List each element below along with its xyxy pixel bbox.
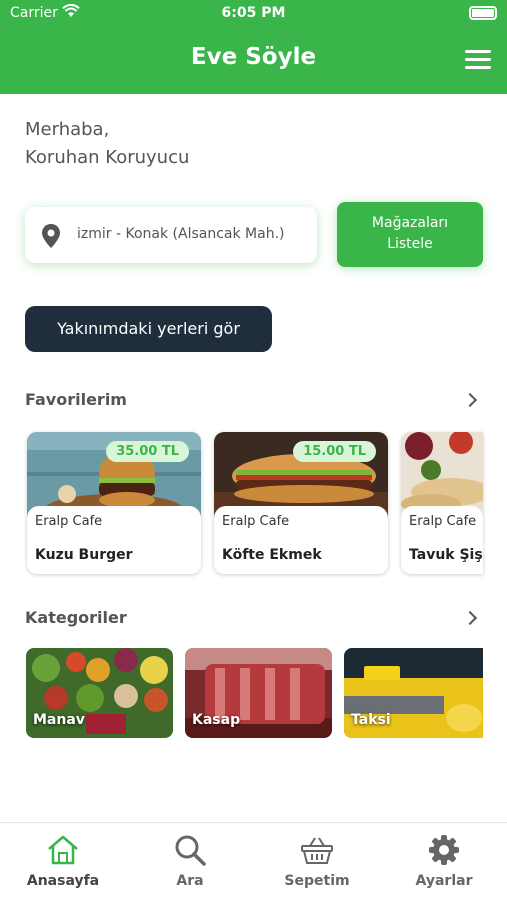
- product-name: Kuzu Burger: [35, 547, 133, 563]
- location-text: izmir - Konak (Alsancak Mah.): [77, 226, 285, 242]
- categories-chevron-right-icon[interactable]: [462, 610, 478, 626]
- product-name: Köfte Ekmek: [222, 547, 322, 563]
- tab-ara[interactable]: Ara: [127, 823, 253, 900]
- greeting-line: Merhaba,: [25, 119, 110, 140]
- home-icon: [48, 835, 78, 865]
- app-title: Eve Söyle: [190, 44, 317, 70]
- location-pin-icon: [42, 224, 60, 248]
- tab-label: Ara: [176, 873, 204, 889]
- tab-anasayfa[interactable]: Anasayfa: [0, 823, 126, 900]
- category-label: Manav: [33, 712, 85, 728]
- search-icon: [175, 835, 206, 866]
- favorites-title: Favorilerim: [25, 390, 127, 409]
- user-name: Koruhan Koruyucu: [25, 147, 190, 168]
- tab-bar: Anasayfa Ara Sepetim Ayarlar: [0, 822, 507, 900]
- category-card-manav[interactable]: Manav: [26, 648, 173, 738]
- gear-icon: [429, 835, 459, 865]
- favorite-card[interactable]: Eralp Cafe Tavuk Şiş D: [401, 432, 483, 574]
- clock: 6:05 PM: [221, 5, 286, 21]
- location-field[interactable]: izmir - Konak (Alsancak Mah.): [25, 207, 317, 263]
- tab-ayarlar[interactable]: Ayarlar: [381, 823, 507, 900]
- list-stores-label: Mağazaları: [371, 215, 449, 231]
- greeting: Merhaba, Koruhan Koruyucu: [25, 116, 189, 172]
- status-bar: Carrier 6:05 PM: [0, 0, 507, 26]
- category-label: Kasap: [192, 712, 241, 728]
- category-label: Taksi: [351, 712, 391, 728]
- favorite-card[interactable]: 35.00 TL Eralp Cafe Kuzu Burger: [27, 432, 201, 574]
- categories-title: Kategoriler: [25, 608, 127, 627]
- shop-name: Eralp Cafe: [222, 514, 290, 529]
- tab-sepetim[interactable]: Sepetim: [254, 823, 380, 900]
- shop-name: Eralp Cafe: [409, 514, 477, 529]
- category-card-kasap[interactable]: Kasap: [185, 648, 332, 738]
- app-header: Eve Söyle: [0, 26, 507, 94]
- favorite-card[interactable]: 15.00 TL Eralp Cafe Köfte Ekmek: [214, 432, 388, 574]
- shop-name: Eralp Cafe: [35, 514, 103, 529]
- favorites-chevron-right-icon[interactable]: [462, 392, 478, 408]
- list-stores-button[interactable]: Mağazaları Listele: [337, 202, 483, 267]
- nearby-places-button[interactable]: Yakınımdaki yerleri gör: [25, 306, 272, 352]
- product-name: Tavuk Şiş D: [409, 547, 483, 563]
- tab-label: Anasayfa: [26, 873, 100, 889]
- tab-label: Sepetim: [284, 873, 350, 889]
- category-card-taksi[interactable]: Taksi: [344, 648, 483, 738]
- battery-icon: [469, 6, 497, 20]
- list-stores-label-2: Listele: [387, 236, 433, 252]
- hamburger-menu-icon[interactable]: [465, 50, 491, 70]
- tab-label: Ayarlar: [415, 873, 473, 889]
- price-badge: 35.00 TL: [106, 441, 189, 462]
- basket-icon: [301, 837, 333, 864]
- price-badge: 15.00 TL: [293, 441, 376, 462]
